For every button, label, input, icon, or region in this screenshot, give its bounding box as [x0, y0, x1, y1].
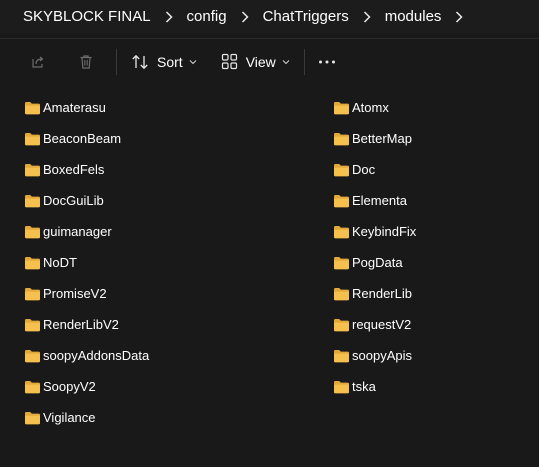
folder-item[interactable]: PogData	[333, 247, 416, 278]
folder-icon	[334, 380, 349, 393]
folder-icon	[334, 318, 349, 331]
folder-name: soopyApis	[352, 348, 412, 363]
folder-item[interactable]: RenderLibV2	[24, 309, 149, 340]
folder-name: Vigilance	[43, 410, 96, 425]
folder-name: BoxedFels	[43, 162, 105, 177]
folder-name: RenderLib	[352, 286, 412, 301]
folder-name: RenderLibV2	[43, 317, 119, 332]
folder-icon	[334, 163, 349, 176]
folder-icon	[25, 349, 40, 362]
folder-item[interactable]: PromiseV2	[24, 278, 149, 309]
chevron-down-icon	[282, 59, 290, 64]
chevron-right-icon[interactable]	[157, 0, 181, 33]
folder-name: BetterMap	[352, 131, 412, 146]
folder-icon	[334, 256, 349, 269]
folder-item[interactable]: Amaterasu	[24, 92, 149, 123]
folder-name: Elementa	[352, 193, 407, 208]
folder-name: PromiseV2	[43, 286, 107, 301]
breadcrumb-item-chattriggers[interactable]: ChatTriggers	[257, 8, 355, 25]
folder-icon	[334, 194, 349, 207]
folder-item[interactable]: Atomx	[333, 92, 416, 123]
chevron-right-icon[interactable]	[355, 0, 379, 33]
folder-name: BeaconBeam	[43, 131, 122, 146]
folder-icon	[25, 225, 40, 238]
folder-icon	[334, 349, 349, 362]
folder-item[interactable]: BeaconBeam	[24, 123, 149, 154]
breadcrumb-item-skyblock-final[interactable]: SKYBLOCK FINAL	[0, 8, 157, 25]
folder-icon	[334, 101, 349, 114]
folder-item[interactable]: BoxedFels	[24, 154, 149, 185]
share-icon	[32, 56, 44, 68]
delete-button[interactable]	[68, 45, 104, 79]
view-label: View	[245, 53, 276, 70]
folder-item[interactable]: NoDT	[24, 247, 149, 278]
folder-name: Atomx	[352, 100, 389, 115]
file-column-left: Amaterasu BeaconBeam BoxedFels DocGuiLib gui…	[24, 92, 149, 433]
folder-item[interactable]: BetterMap	[333, 123, 416, 154]
view-grid-icon	[221, 53, 237, 70]
folder-item[interactable]: Vigilance	[24, 402, 149, 433]
folder-icon	[25, 132, 40, 145]
folder-item[interactable]: requestV2	[333, 309, 416, 340]
trash-icon	[80, 54, 92, 69]
chevron-down-icon	[189, 59, 197, 64]
more-icon	[318, 60, 335, 63]
folder-name: requestV2	[352, 317, 412, 332]
folder-item[interactable]: DocGuiLib	[24, 185, 149, 216]
folder-icon	[25, 256, 40, 269]
folder-name: DocGuiLib	[43, 193, 104, 208]
folder-item[interactable]: RenderLib	[333, 278, 416, 309]
folder-icon	[25, 163, 40, 176]
view-button[interactable]: View	[221, 45, 290, 79]
folder-icon	[25, 380, 40, 393]
more-options-button[interactable]	[309, 45, 345, 79]
folder-item[interactable]: SoopyV2	[24, 371, 149, 402]
file-list: Amaterasu BeaconBeam BoxedFels DocGuiLib gui…	[0, 92, 539, 467]
folder-name: SoopyV2	[43, 379, 96, 394]
folder-icon	[25, 411, 40, 424]
folder-item[interactable]: soopyAddonsData	[24, 340, 149, 371]
toolbar-separator	[116, 48, 117, 75]
folder-item[interactable]: KeybindFix	[333, 216, 416, 247]
folder-icon	[334, 225, 349, 238]
sort-label: Sort	[157, 53, 183, 70]
toolbar-separator	[303, 48, 305, 75]
breadcrumb-item-config[interactable]: config	[181, 8, 233, 25]
breadcrumb-item-modules[interactable]: modules	[379, 8, 448, 25]
folder-item[interactable]: Elementa	[333, 185, 416, 216]
folder-name: guimanager	[43, 224, 112, 239]
folder-icon	[334, 132, 349, 145]
folder-item[interactable]: guimanager	[24, 216, 149, 247]
folder-name: KeybindFix	[352, 224, 417, 239]
command-bar: Sort View	[0, 39, 539, 84]
folder-icon	[25, 101, 40, 114]
breadcrumb: SKYBLOCK FINAL config ChatTriggers modul…	[0, 0, 539, 33]
folder-item[interactable]: Doc	[333, 154, 416, 185]
folder-name: soopyAddonsData	[43, 348, 150, 363]
chevron-right-icon[interactable]	[233, 0, 257, 33]
folder-icon	[25, 318, 40, 331]
sort-icon	[132, 54, 148, 69]
chevron-right-icon[interactable]	[447, 0, 471, 33]
folder-name: tska	[352, 379, 376, 394]
folder-item[interactable]: soopyApis	[333, 340, 416, 371]
folder-name: Doc	[352, 162, 376, 177]
folder-item[interactable]: tska	[333, 371, 416, 402]
folder-icon	[25, 194, 40, 207]
folder-icon	[334, 287, 349, 300]
sort-button[interactable]: Sort	[131, 45, 197, 79]
folder-name: Amaterasu	[43, 100, 106, 115]
folder-icon	[25, 287, 40, 300]
folder-name: PogData	[352, 255, 403, 270]
file-column-right: Atomx BetterMap Doc Elementa KeybindFix PogDa…	[333, 92, 416, 402]
share-button[interactable]	[20, 45, 56, 79]
folder-name: NoDT	[43, 255, 77, 270]
